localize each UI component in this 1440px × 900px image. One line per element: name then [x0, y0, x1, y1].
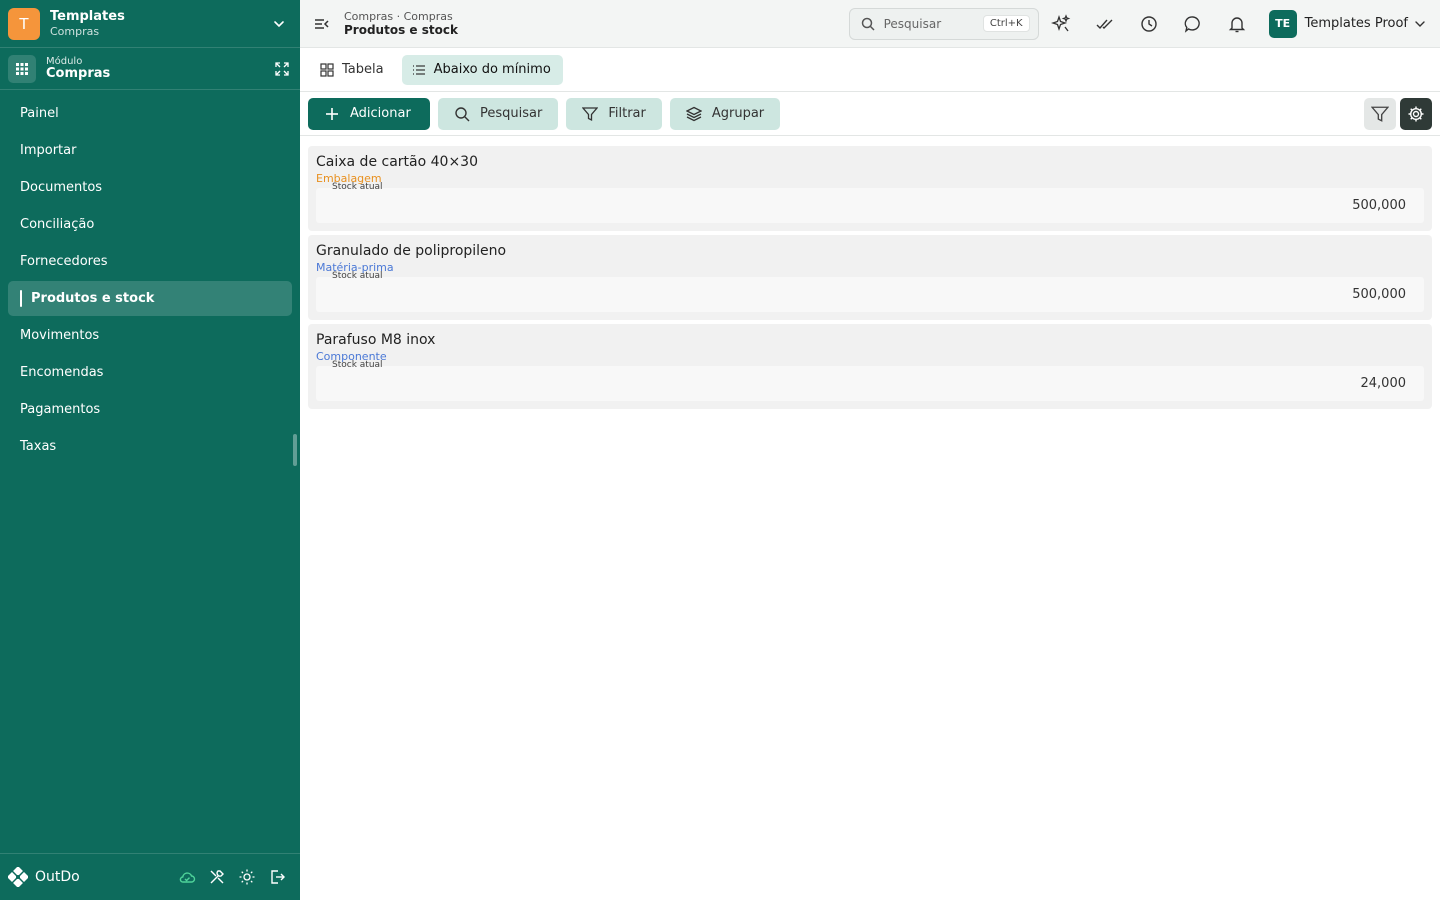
chevron-down-icon[interactable]: [270, 15, 288, 33]
filter-icon: [582, 106, 599, 122]
tab-label: Abaixo do mínimo: [433, 62, 551, 77]
sidebar-nav: Painel Importar Documentos Conciliação F…: [0, 90, 300, 464]
sidebar-item-documentos[interactable]: Documentos: [8, 170, 292, 205]
workspace-logo: T: [8, 7, 40, 40]
menu-collapse-icon[interactable]: [312, 14, 332, 34]
avatar: TE: [1268, 9, 1297, 38]
sidebar-item-encomendas[interactable]: Encomendas: [8, 355, 292, 390]
sun-icon[interactable]: [238, 868, 256, 886]
sidebar-item-produtos-e-stock[interactable]: Produtos e stock: [8, 281, 292, 316]
tab-label: Tabela: [342, 62, 384, 77]
breadcrumb-path[interactable]: Compras · Compras: [344, 10, 849, 23]
stock-value: 500,000: [1352, 198, 1406, 213]
module-selector[interactable]: Módulo Compras: [0, 48, 300, 90]
add-button[interactable]: Adicionar: [308, 97, 430, 130]
search-button[interactable]: Pesquisar: [438, 97, 559, 130]
search-icon: [454, 106, 470, 122]
sidebar-footer: OutDo: [0, 853, 300, 900]
stock-label: Stock atual: [332, 182, 383, 192]
group-button-label: Agrupar: [711, 106, 765, 121]
logout-icon[interactable]: [268, 868, 286, 886]
stock-value: 24,000: [1360, 376, 1407, 391]
toolbar: Adicionar Pesquisar Filtrar Agrupar: [300, 92, 1440, 136]
header-actions: [1050, 13, 1247, 34]
workspace-title: Templates: [50, 9, 125, 25]
grid-icon: [320, 62, 334, 77]
sidebar-item-importar[interactable]: Importar: [8, 133, 292, 168]
product-list: Caixa de cartão 40×30 Embalagem Stock at…: [308, 146, 1432, 413]
brand: OutDo: [8, 867, 178, 887]
sidebar-item-pagamentos[interactable]: Pagamentos: [8, 392, 292, 427]
user-name: Templates Proof: [1304, 16, 1408, 31]
bell-icon[interactable]: [1227, 14, 1247, 34]
search-placeholder: Pesquisar: [883, 16, 942, 31]
sidebar: T Templates Compras Módulo Compras Paine…: [0, 0, 300, 900]
sidebar-item-conciliacao[interactable]: Conciliação: [8, 207, 292, 242]
list-item[interactable]: Caixa de cartão 40×30 Embalagem Stock at…: [308, 146, 1432, 231]
sidebar-scrollbar[interactable]: [293, 434, 297, 466]
sidebar-item-fornecedores[interactable]: Fornecedores: [8, 244, 292, 279]
search-icon: [861, 17, 875, 31]
group-button[interactable]: Agrupar: [669, 97, 781, 130]
stock-field: Stock atual 500,000: [316, 182, 1424, 223]
brand-name: OutDo: [35, 869, 80, 885]
stock-label: Stock atual: [332, 271, 383, 281]
tab-abaixo-do-minimo[interactable]: Abaixo do mínimo: [401, 54, 563, 85]
chat-icon[interactable]: [1183, 14, 1203, 34]
list-item[interactable]: Granulado de polipropileno Matéria-prima…: [308, 235, 1432, 320]
filter-button[interactable]: Filtrar: [566, 97, 662, 130]
workspace-switcher[interactable]: T Templates Compras: [0, 0, 300, 48]
product-name: Parafuso M8 inox: [316, 332, 436, 348]
footer-icons: [178, 868, 286, 886]
settings-icon[interactable]: [1400, 98, 1432, 130]
sparkles-icon[interactable]: [1050, 13, 1071, 34]
stock-label: Stock atual: [332, 360, 383, 370]
tools-icon[interactable]: [208, 868, 226, 886]
search-button-label: Pesquisar: [480, 106, 543, 121]
page-title: Produtos e stock: [344, 22, 458, 37]
product-name: Granulado de polipropileno: [316, 243, 507, 259]
view-tabs: Tabela Abaixo do mínimo: [300, 48, 1440, 92]
search-shortcut: Ctrl+K: [982, 15, 1030, 32]
user-menu[interactable]: TE Templates Proof: [1268, 9, 1426, 38]
plus-icon: [324, 106, 340, 122]
tab-tabela[interactable]: Tabela: [310, 55, 396, 85]
stock-field: Stock atual 500,000: [316, 271, 1424, 312]
top-bar: Compras · Compras Produtos e stock Pesqu…: [300, 0, 1440, 48]
chevron-down-icon: [1415, 20, 1425, 27]
filter-button-label: Filtrar: [608, 106, 646, 121]
breadcrumb: Compras · Compras Produtos e stock: [344, 10, 849, 38]
sidebar-item-painel[interactable]: Painel: [8, 96, 292, 131]
stock-field: Stock atual 24,000: [316, 360, 1424, 401]
cloud-check-icon[interactable]: [178, 868, 196, 886]
filter-icon[interactable]: [1364, 98, 1396, 130]
layers-icon: [685, 106, 702, 122]
check-double-icon[interactable]: [1095, 14, 1115, 34]
product-name: Caixa de cartão 40×30: [316, 154, 478, 170]
list-item[interactable]: Parafuso M8 inox Componente Stock atual …: [308, 324, 1432, 409]
apps-grid-icon: [8, 54, 36, 83]
workspace-text: Templates Compras: [50, 9, 270, 38]
global-search[interactable]: Pesquisar Ctrl+K: [848, 7, 1039, 40]
module-name: Compras: [46, 65, 111, 81]
expand-icon[interactable]: [274, 61, 290, 77]
list-icon: [412, 63, 426, 77]
module-text: Módulo Compras: [46, 56, 274, 81]
sidebar-item-movimentos[interactable]: Movimentos: [8, 318, 292, 353]
brand-logo-icon: [8, 867, 28, 887]
sidebar-item-taxas[interactable]: Taxas: [8, 429, 292, 464]
add-button-label: Adicionar: [350, 106, 411, 121]
stock-value: 500,000: [1352, 287, 1406, 302]
workspace-subtitle: Compras: [50, 24, 100, 38]
toolbar-right-actions: [1364, 98, 1432, 130]
clock-icon[interactable]: [1139, 14, 1159, 34]
